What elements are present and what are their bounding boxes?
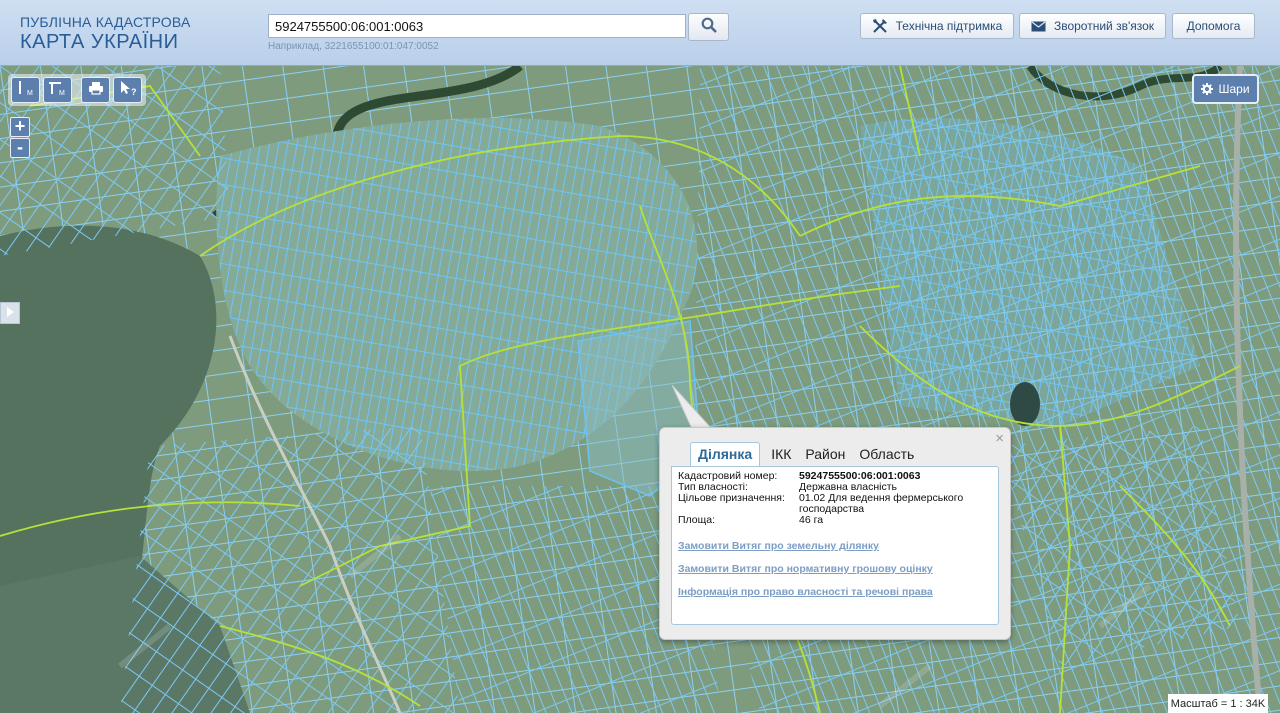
side-panel-toggle[interactable] <box>0 302 20 324</box>
print-icon <box>88 81 104 100</box>
brand-line-1: ПУБЛІЧНА КАДАСТРОВА <box>20 14 191 30</box>
svg-text:?: ? <box>131 87 137 97</box>
tab-parcel[interactable]: Ділянка <box>690 442 761 466</box>
map-canvas[interactable] <box>0 66 1280 713</box>
search-bar: Наприклад, 3221655100:01:047:0052 <box>268 13 729 52</box>
help-label: Допомога <box>1186 19 1241 33</box>
feedback-button[interactable]: Зворотний зв'язок <box>1019 13 1166 39</box>
parcel-details: Кадастровий номер: 5924755500:06:001:006… <box>671 466 999 625</box>
parcel-info-popup: × Ділянка ІКК Район Область Кадастровий … <box>659 427 1011 640</box>
gear-icon <box>1201 83 1214 95</box>
area-row: Площа: 46 га <box>678 515 992 526</box>
order-valuation-extract-link[interactable]: Замовити Витяг про нормативну грошову оц… <box>678 563 992 575</box>
map-toolbar: M M ? <box>8 74 146 106</box>
tab-ikk[interactable]: ІКК <box>764 444 798 466</box>
popup-pointer <box>672 385 714 430</box>
identify-button[interactable]: ? <box>113 77 142 103</box>
app-header: ПУБЛІЧНА КАДАСТРОВА КАРТА УКРАЇНИ Наприк… <box>0 0 1280 66</box>
svg-text:M: M <box>27 90 33 97</box>
area-ruler-icon: M <box>48 79 68 102</box>
play-icon <box>6 304 14 322</box>
purpose-row: Цільове призначення: 01.02 Для ведення ф… <box>678 493 992 515</box>
tab-region[interactable]: Область <box>852 444 921 466</box>
popup-tabs: Ділянка ІКК Район Область <box>690 442 921 466</box>
feedback-label: Зворотний зв'язок <box>1053 19 1155 33</box>
search-input[interactable] <box>268 14 686 38</box>
search-button[interactable] <box>688 13 729 41</box>
ruler-icon: M <box>16 79 36 102</box>
envelope-icon <box>1031 21 1046 32</box>
search-icon <box>701 17 717 38</box>
svg-text:M: M <box>59 90 65 97</box>
tech-support-button[interactable]: Технічна підтримка <box>860 13 1014 39</box>
brand-line-2: КАРТА УКРАЇНИ <box>20 31 179 53</box>
field-label: Цільове призначення: <box>678 492 785 504</box>
layers-label: Шари <box>1218 82 1250 96</box>
layers-button[interactable]: Шари <box>1192 74 1259 104</box>
ownership-rights-info-link[interactable]: Інформація про право власності та речові… <box>678 586 992 598</box>
help-button[interactable]: Допомога <box>1172 13 1255 39</box>
cadastral-map[interactable]: M M ? + - Шари × Ділянка ІКК Район Облас… <box>0 66 1280 713</box>
measure-area-button[interactable]: M <box>43 77 72 103</box>
area-value: 46 га <box>799 514 824 526</box>
print-button[interactable] <box>81 77 110 103</box>
tech-support-label: Технічна підтримка <box>895 19 1003 33</box>
tools-icon <box>872 18 888 34</box>
purpose-value: 01.02 Для ведення фермерського господарс… <box>799 492 964 515</box>
zoom-in-button[interactable]: + <box>10 117 30 137</box>
close-icon[interactable]: × <box>995 430 1004 447</box>
measure-distance-button[interactable]: M <box>11 77 40 103</box>
identify-icon: ? <box>118 79 138 102</box>
scale-indicator: Масштаб = 1 : 34K <box>1168 694 1268 713</box>
search-hint: Наприклад, 3221655100:01:047:0052 <box>268 41 439 52</box>
order-parcel-extract-link[interactable]: Замовити Витяг про земельну ділянку <box>678 540 992 552</box>
tab-district[interactable]: Район <box>798 444 852 466</box>
zoom-out-button[interactable]: - <box>10 138 30 158</box>
field-label: Площа: <box>678 514 716 526</box>
site-logo[interactable]: ПУБЛІЧНА КАДАСТРОВА КАРТА УКРАЇНИ <box>20 14 191 53</box>
